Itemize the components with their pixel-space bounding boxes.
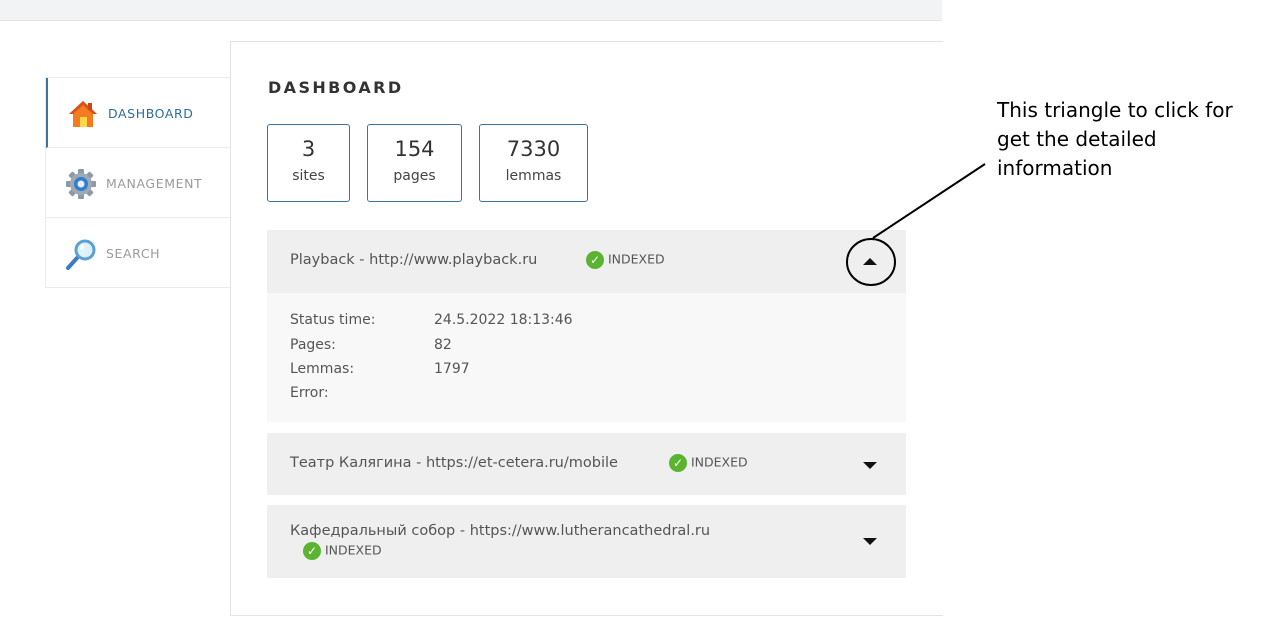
site-title: Playback - http://www.playback.ru bbox=[290, 252, 538, 268]
site-details: Status time: 24.5.2022 18:13:46 Pages: 8… bbox=[267, 293, 906, 422]
status-badge: ✓ INDEXED bbox=[303, 542, 382, 560]
sidebar: DASHBOARD MANAGEMENT SEARCH bbox=[45, 77, 232, 288]
annotation-text: This triangle to click for get the detai… bbox=[997, 98, 1233, 180]
site-title: Театр Калягина - https://et-cetera.ru/mo… bbox=[290, 455, 618, 471]
sidebar-item-label: DASHBOARD bbox=[108, 106, 194, 121]
status-text: INDEXED bbox=[608, 251, 665, 267]
sidebar-item-search[interactable]: SEARCH bbox=[46, 218, 232, 287]
stat-label: pages bbox=[393, 168, 436, 184]
stat-card-sites: 3 sites bbox=[267, 124, 350, 202]
stat-value: 3 bbox=[301, 137, 316, 161]
stat-label: lemmas bbox=[505, 168, 562, 184]
expand-triangle-icon[interactable] bbox=[863, 462, 877, 469]
sidebar-item-label: MANAGEMENT bbox=[106, 176, 203, 191]
stat-value: 7330 bbox=[506, 137, 561, 161]
detail-label: Status time: bbox=[290, 312, 376, 328]
site-title: Кафедральный собор - https://www.luthera… bbox=[290, 523, 711, 539]
detail-label: Lemmas: bbox=[290, 361, 355, 377]
gear-icon bbox=[66, 169, 96, 199]
lemmas-value: 1797 bbox=[434, 361, 470, 377]
site-row-lutheran-cathedral[interactable]: Кафедральный собор - https://www.luthera… bbox=[267, 505, 906, 578]
site-row-playback[interactable]: Playback - http://www.playback.ru ✓ INDEX… bbox=[267, 230, 906, 293]
main-panel: DASHBOARD 3 sites 154 pages 7330 lemmas … bbox=[230, 41, 943, 616]
house-icon bbox=[69, 101, 97, 127]
stat-card-lemmas: 7330 lemmas bbox=[479, 124, 588, 202]
page-title: DASHBOARD bbox=[268, 78, 404, 97]
top-bar bbox=[0, 0, 942, 21]
stat-card-pages: 154 pages bbox=[367, 124, 462, 202]
collapse-triangle-icon[interactable] bbox=[863, 258, 877, 265]
stat-value: 154 bbox=[394, 137, 435, 161]
magnifier-icon bbox=[66, 239, 96, 270]
detail-label: Error: bbox=[290, 385, 329, 401]
status-time-value: 24.5.2022 18:13:46 bbox=[434, 312, 573, 328]
check-icon: ✓ bbox=[303, 542, 321, 560]
status-text: INDEXED bbox=[325, 542, 382, 558]
site-row-et-cetera[interactable]: Театр Калягина - https://et-cetera.ru/mo… bbox=[267, 433, 906, 495]
expand-triangle-icon[interactable] bbox=[863, 538, 877, 545]
detail-label: Pages: bbox=[290, 337, 336, 353]
status-badge: ✓ INDEXED bbox=[586, 251, 665, 269]
check-icon: ✓ bbox=[669, 454, 687, 472]
status-text: INDEXED bbox=[691, 454, 748, 470]
status-badge: ✓ INDEXED bbox=[669, 454, 748, 472]
check-icon: ✓ bbox=[586, 251, 604, 269]
sidebar-item-dashboard[interactable]: DASHBOARD bbox=[46, 78, 232, 148]
pages-value: 82 bbox=[434, 337, 452, 353]
sidebar-item-label: SEARCH bbox=[106, 246, 161, 261]
stat-label: sites bbox=[292, 168, 325, 184]
sidebar-item-management[interactable]: MANAGEMENT bbox=[46, 148, 232, 218]
